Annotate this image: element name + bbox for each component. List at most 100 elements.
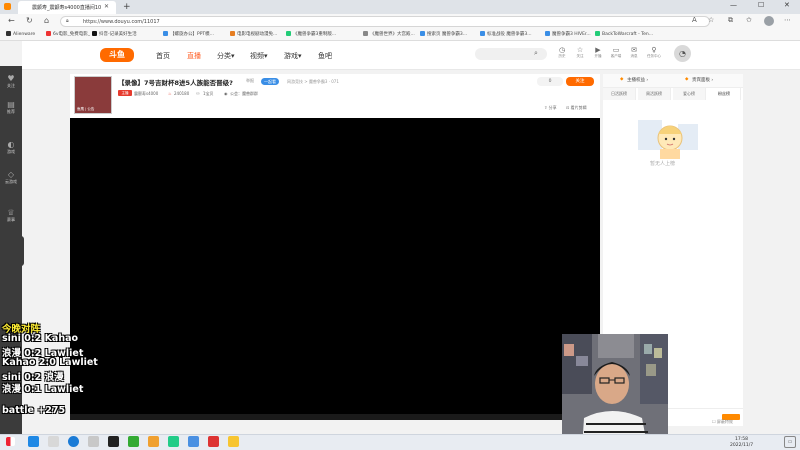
- sidebar-item-1[interactable]: ▤ 推荐: [0, 100, 22, 115]
- bookmark-item[interactable]: 【螺旋办公】PPT模...: [163, 31, 214, 37]
- follow-count-text: 0: [548, 79, 552, 84]
- minimize-icon[interactable]: —: [730, 1, 737, 9]
- windows-start-icon[interactable]: [6, 437, 15, 446]
- sidebar-item-4[interactable]: ♕ 赛事: [0, 208, 22, 223]
- user-avatar[interactable]: ◔: [674, 45, 691, 62]
- tab-close-icon[interactable]: ✕: [104, 3, 109, 10]
- favorites-icon[interactable]: ✩: [746, 16, 752, 24]
- rank-tab-0[interactable]: 日活跃榜: [603, 88, 636, 100]
- bookmark-label: 抖音-记录美好生活: [99, 32, 137, 37]
- category-breadcrumb[interactable]: 网游竞技 > 魔兽争霸3 · 071: [287, 79, 339, 85]
- level-badge: 主播: [118, 90, 132, 96]
- share-label: 分享: [548, 105, 557, 110]
- broadcast-icon[interactable]: ▶ 开播: [588, 46, 608, 59]
- vip-panel-icon: ◆: [685, 77, 689, 82]
- windows-taskbar: [0, 434, 800, 450]
- close-window-icon[interactable]: ✕: [784, 1, 790, 9]
- nav-link-1[interactable]: 直播: [187, 51, 201, 61]
- bookmark-item[interactable]: 抖音-记录美好生活: [92, 31, 137, 37]
- bookmark-item[interactable]: Alienware: [6, 31, 35, 37]
- nav-link-2[interactable]: 分类▾: [217, 51, 235, 61]
- message-icon[interactable]: ✉ 消息: [624, 46, 644, 59]
- bookmark-favicon-icon: [595, 31, 600, 36]
- vip-panel-link[interactable]: 贵宾面板 ›: [692, 77, 713, 83]
- profile-avatar[interactable]: [764, 16, 774, 26]
- header-icon-label: 关注: [576, 54, 584, 58]
- notification-icon[interactable]: ▭: [784, 436, 796, 448]
- sidebar-item-label: 赛事: [7, 217, 15, 222]
- sidebar-item-3[interactable]: ◇ 云游戏: [0, 170, 22, 185]
- bookmark-item[interactable]: 标准战役 魔兽争霸3...: [480, 31, 532, 37]
- bookmark-item[interactable]: BackToWarcraft - Ten...: [595, 31, 653, 37]
- player-control-bar[interactable]: [70, 414, 600, 420]
- follow-count: 0: [537, 77, 563, 86]
- more-menu-icon[interactable]: ⋯: [784, 16, 791, 24]
- nav-link-0[interactable]: 首页: [156, 51, 170, 61]
- watch-together-badge[interactable]: 一起看: [261, 78, 279, 85]
- customer-icon[interactable]: ▭ 客户端: [606, 46, 626, 59]
- refresh-icon[interactable]: ↻: [26, 16, 33, 25]
- header-icon-label: 历史: [558, 54, 566, 58]
- maximize-icon[interactable]: ☐: [758, 1, 764, 9]
- bookmark-label: Alienware: [13, 32, 36, 37]
- follow-button-label: 关注: [575, 79, 585, 84]
- streamer-name[interactable]: 震颤寿s4000: [134, 91, 158, 97]
- bookmark-item[interactable]: 搜索页 魔兽争霸3...: [420, 31, 467, 37]
- search-taskbar-icon[interactable]: [48, 436, 59, 447]
- sidebar-item-2[interactable]: ◐ 游戏: [0, 140, 22, 155]
- app2-icon[interactable]: [208, 436, 219, 447]
- lock-icon[interactable]: 🔒︎: [66, 18, 69, 24]
- app3-icon[interactable]: [228, 436, 239, 447]
- app-icon[interactable]: [188, 436, 199, 447]
- windows-logo-icon[interactable]: [28, 436, 39, 447]
- home-icon[interactable]: ⌂: [44, 16, 49, 25]
- nav-link-5[interactable]: 鱼吧: [318, 51, 332, 61]
- bookmark-item[interactable]: 6v电影_免费电影_: [46, 31, 90, 37]
- url-input[interactable]: https://www.douyu.com/11017: [60, 16, 710, 27]
- favorite-star-icon[interactable]: ☆: [708, 16, 714, 24]
- overlay-line: 浪漫 0:1 Lawliet: [2, 384, 84, 395]
- chrome-icon[interactable]: [128, 436, 139, 447]
- fans-value: 1宝贝: [203, 91, 214, 96]
- search-icon[interactable]: ⌕: [534, 49, 538, 58]
- new-tab-button[interactable]: +: [123, 2, 131, 12]
- tiktok-icon[interactable]: [108, 436, 119, 447]
- taskview-icon[interactable]: [88, 436, 99, 447]
- sidebar-collapse-handle[interactable]: [18, 236, 24, 266]
- read-aloud-icon[interactable]: A: [692, 16, 697, 24]
- sidebar-item-icon: ♥: [7, 74, 15, 83]
- follow-button[interactable]: 关注: [566, 77, 594, 86]
- rank-tab-3[interactable]: 粉丝榜: [708, 88, 741, 100]
- browser-tab-active[interactable]: 震颤寿_震颤寿s4000直播间10: [18, 1, 116, 14]
- folder-icon[interactable]: [148, 436, 159, 447]
- bookmark-item[interactable]: 《魔兽争霸3重制版...: [286, 31, 336, 37]
- bookmark-item[interactable]: 魔兽争霸3 HIVEr...: [545, 31, 591, 37]
- rank-tab-2[interactable]: 爱心榜: [673, 88, 706, 100]
- clip-button[interactable]: ⊡ 看片剪辑: [566, 105, 587, 111]
- task-icon[interactable]: ♀ 任务中心: [644, 46, 664, 59]
- share-button[interactable]: ⇪ 分享: [544, 105, 557, 111]
- history-icon[interactable]: ◷ 历史: [552, 46, 572, 59]
- nav-link-4[interactable]: 游戏▾: [284, 51, 302, 61]
- clock-date: 2022/11/7: [730, 443, 754, 448]
- video-player[interactable]: [70, 118, 600, 414]
- anchor-rights-link[interactable]: 主播权益 ›: [627, 77, 648, 83]
- report-link[interactable]: 举报: [246, 78, 254, 84]
- block-effects-checkbox[interactable]: ☐ 屏蔽特效: [712, 419, 733, 425]
- sidebar-item-icon: ◐: [7, 140, 15, 149]
- bookmark-label: 《魔兽争霸3重制版...: [293, 32, 337, 37]
- collections-icon[interactable]: ⧉: [728, 16, 733, 25]
- sidebar-item-label: 游戏: [7, 149, 15, 154]
- wechat-icon[interactable]: [168, 436, 179, 447]
- rank-tab-1[interactable]: 周活跃榜: [638, 88, 671, 100]
- edge-icon[interactable]: [68, 436, 79, 447]
- nav-link-3[interactable]: 视频▾: [250, 51, 268, 61]
- bookmark-item[interactable]: 《魔兽世界》大宫殿...: [363, 31, 415, 37]
- follow-icon[interactable]: ☆ 关注: [570, 46, 590, 59]
- sidebar-item-0[interactable]: ♥ 关注: [0, 74, 22, 89]
- back-icon[interactable]: ←: [8, 16, 15, 25]
- bookmark-label: 电影电视剧动漫免...: [237, 32, 278, 37]
- bookmark-item[interactable]: 电影电视剧动漫免...: [230, 31, 277, 37]
- douyu-logo[interactable]: 斗鱼: [100, 48, 134, 62]
- bookmark-favicon-icon: [6, 31, 11, 36]
